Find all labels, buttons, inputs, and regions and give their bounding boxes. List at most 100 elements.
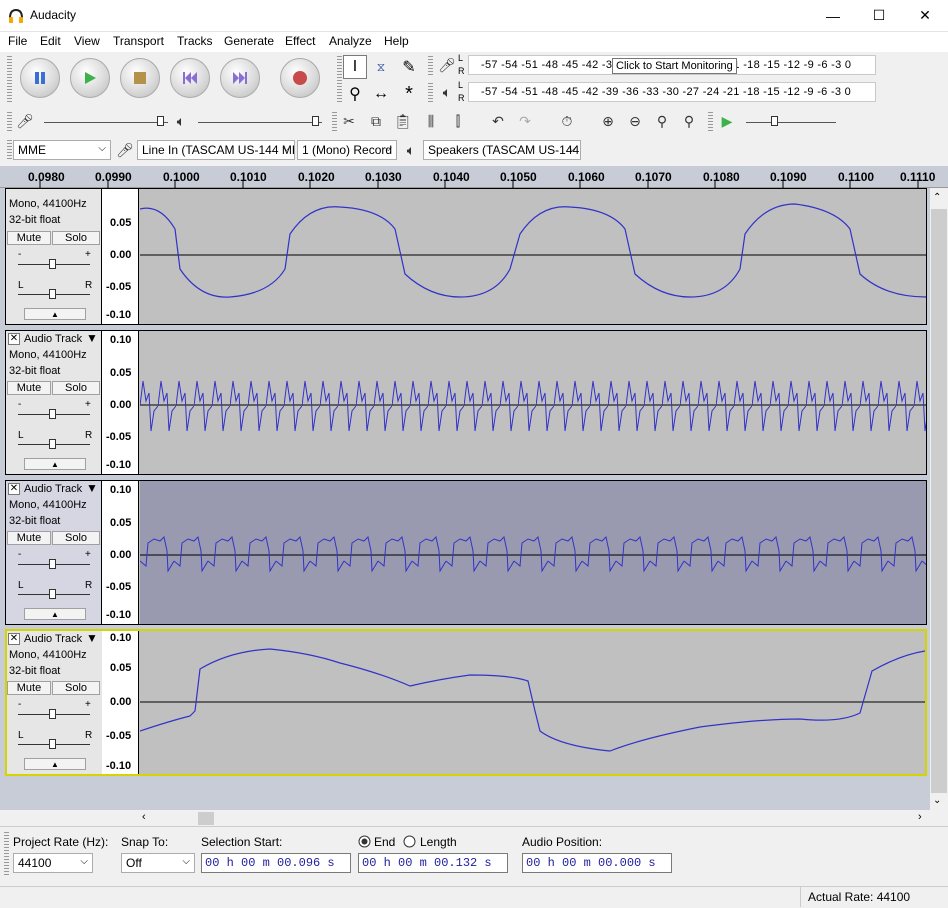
end-radio-icon[interactable] (358, 835, 371, 848)
menu-tracks[interactable]: Tracks (177, 34, 213, 48)
end-radio-label[interactable]: End (374, 835, 395, 849)
skip-to-start-button[interactable] (170, 58, 210, 98)
track-name-menu[interactable]: Audio Track (24, 333, 82, 345)
multi-tool-icon[interactable]: * (397, 82, 421, 106)
gain-thumb[interactable] (49, 709, 56, 719)
project-rate-select[interactable]: 44100 ⌵ (13, 853, 93, 873)
undo-icon[interactable]: ↶ (487, 110, 509, 132)
maximize-button[interactable]: ☐ (856, 0, 902, 31)
scroll-left-icon[interactable]: ‹ (142, 811, 146, 823)
selection-end-time[interactable]: 00 h 00 m 00.132 s (358, 853, 508, 873)
gain-thumb[interactable] (49, 259, 56, 269)
track-name-menu[interactable]: Audio Track (24, 483, 82, 495)
zoom-tool-icon[interactable]: ⚲ (343, 82, 367, 106)
mute-button[interactable]: Mute (7, 531, 51, 545)
copy-icon[interactable]: ⧉ (365, 110, 387, 132)
recording-device-select[interactable]: Line In (TASCAM US-144 MK ⌵ (137, 140, 295, 160)
menu-view[interactable]: View (74, 34, 100, 48)
sync-lock-icon[interactable]: ⏱︎ (556, 110, 578, 132)
input-volume-thumb[interactable] (157, 116, 164, 126)
audio-position-time[interactable]: 00 h 00 m 00.000 s (522, 853, 672, 873)
skip-to-end-button[interactable] (220, 58, 260, 98)
close-track-icon[interactable]: ✕ (8, 633, 20, 645)
menu-help[interactable]: Help (384, 34, 409, 48)
silence-icon[interactable]: ⫿ (447, 110, 469, 132)
solo-button[interactable]: Solo (52, 531, 100, 545)
play-at-speed-icon[interactable]: ▶ (716, 110, 738, 132)
redo-icon[interactable]: ↷ (514, 110, 536, 132)
selection-start-time[interactable]: 00 h 00 m 00.096 s (201, 853, 351, 873)
solo-button[interactable]: Solo (52, 231, 100, 245)
pause-button[interactable] (20, 58, 60, 98)
playback-device-select[interactable]: Speakers (TASCAM US-144 I ⌵ (423, 140, 581, 160)
pan-thumb[interactable] (49, 589, 56, 599)
gain-thumb[interactable] (49, 409, 56, 419)
play-meter-grip[interactable] (428, 83, 433, 103)
timeshift-tool-icon[interactable]: ↔ (369, 82, 393, 106)
envelope-tool-icon[interactable]: ⧖ (369, 55, 393, 79)
solo-button[interactable]: Solo (52, 681, 100, 695)
output-volume-thumb[interactable] (312, 116, 319, 126)
device-grip[interactable] (7, 140, 12, 160)
close-button[interactable]: ✕ (902, 0, 948, 31)
collapse-track-icon[interactable]: ▲ (24, 458, 86, 470)
play-speed-thumb[interactable] (771, 116, 778, 126)
collapse-track-icon[interactable]: ▲ (24, 758, 86, 770)
stop-button[interactable] (120, 58, 160, 98)
pan-thumb[interactable] (49, 439, 56, 449)
track-menu-chevron-icon[interactable]: ▼ (86, 331, 98, 345)
close-track-icon[interactable]: ✕ (8, 333, 20, 345)
menu-edit[interactable]: Edit (40, 34, 61, 48)
pan-thumb[interactable] (49, 289, 56, 299)
selection-grip[interactable] (4, 832, 9, 876)
menu-generate[interactable]: Generate (224, 34, 274, 48)
horizontal-scroll-thumb[interactable] (198, 812, 214, 825)
paste-icon[interactable]: 📋︎ (392, 110, 414, 132)
track-name-menu[interactable]: Audio Track (24, 633, 82, 645)
play-at-speed-grip[interactable] (708, 112, 713, 132)
menu-effect[interactable]: Effect (285, 34, 315, 48)
fit-selection-icon[interactable]: ⚲ (651, 110, 673, 132)
mute-button[interactable]: Mute (7, 681, 51, 695)
play-button[interactable] (70, 58, 110, 98)
play-speed-slider[interactable] (746, 122, 836, 123)
vertical-scroll-thumb[interactable] (931, 209, 947, 793)
microphone-icon[interactable]: 🎤︎ (436, 54, 458, 76)
menu-file[interactable]: File (8, 34, 27, 48)
mixer-grip[interactable] (7, 112, 12, 132)
zoom-in-icon[interactable]: ⊕ (597, 110, 619, 132)
toolbar-grip[interactable] (7, 56, 12, 104)
edit-grip[interactable] (332, 112, 337, 132)
snap-to-select[interactable]: Off ⌵ (121, 853, 195, 873)
scroll-down-icon[interactable]: ⌄ (933, 795, 941, 806)
menu-transport[interactable]: Transport (113, 34, 164, 48)
mute-button[interactable]: Mute (7, 231, 51, 245)
zoom-out-icon[interactable]: ⊖ (624, 110, 646, 132)
menu-analyze[interactable]: Analyze (329, 34, 372, 48)
tools-grip[interactable] (337, 56, 342, 104)
pan-thumb[interactable] (49, 739, 56, 749)
collapse-track-icon[interactable]: ▲ (24, 308, 86, 320)
length-radio-label[interactable]: Length (420, 835, 457, 849)
recording-channels-select[interactable]: 1 (Mono) Record ⌵ (297, 140, 397, 160)
gain-thumb[interactable] (49, 559, 56, 569)
input-volume-slider[interactable] (44, 122, 168, 123)
length-radio-icon[interactable] (403, 835, 416, 848)
collapse-track-icon[interactable]: ▲ (24, 608, 86, 620)
solo-button[interactable]: Solo (52, 381, 100, 395)
track-menu-chevron-icon[interactable]: ▼ (86, 481, 98, 495)
minimize-button[interactable]: — (810, 0, 856, 31)
scroll-right-icon[interactable]: › (918, 811, 922, 823)
cut-icon[interactable]: ✂ (338, 110, 360, 132)
mute-button[interactable]: Mute (7, 381, 51, 395)
track-menu-chevron-icon[interactable]: ▼ (86, 631, 98, 645)
horizontal-scrollbar[interactable] (140, 810, 930, 827)
fit-project-icon[interactable]: ⚲ (678, 110, 700, 132)
output-volume-slider[interactable] (198, 122, 322, 123)
audio-host-select[interactable]: MME ⌵ (13, 140, 111, 160)
draw-tool-icon[interactable]: ✎ (397, 55, 421, 79)
speaker-icon[interactable]: 🔈︎ (436, 81, 458, 103)
selection-tool-icon[interactable]: I (343, 55, 367, 79)
trim-icon[interactable]: ⫼ (420, 110, 442, 132)
scroll-up-icon[interactable]: ⌃ (933, 192, 941, 203)
